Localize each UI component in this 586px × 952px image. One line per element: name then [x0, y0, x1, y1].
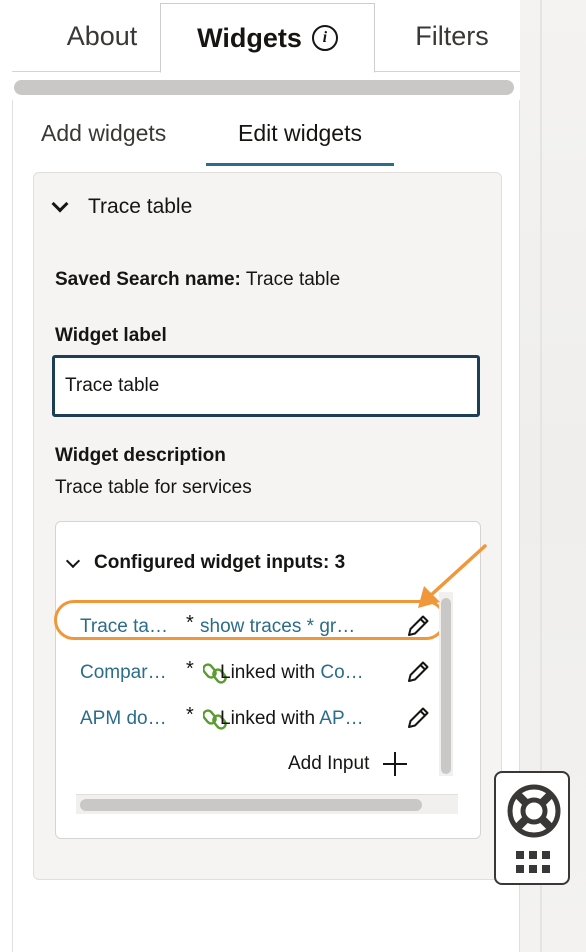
chevron-down-icon — [51, 195, 69, 213]
input-name-link[interactable]: Trace ta… — [80, 616, 182, 638]
required-marker: * — [186, 658, 194, 680]
inputs-vertical-scrollbar[interactable] — [439, 592, 453, 776]
top-tab-bar: About Widgets i Filters — [12, 0, 520, 73]
tab-about[interactable]: About — [42, 0, 162, 72]
section-title: Trace table — [88, 195, 193, 218]
grid-icon[interactable] — [516, 851, 552, 875]
add-input-label: Add Input — [288, 753, 370, 774]
tab-filters[interactable]: Filters — [397, 0, 507, 72]
input-name-link[interactable]: Compar… — [80, 662, 182, 684]
widget-description-title: Widget description — [55, 445, 226, 466]
mapping-prefix: Linked with — [220, 662, 321, 683]
configured-inputs-toggle[interactable]: Configured widget inputs: 3 — [65, 552, 346, 574]
widget-label-title: Widget label — [55, 325, 167, 346]
mapping-value-link[interactable]: Co… — [320, 662, 363, 683]
tab-add-widgets[interactable]: Add widgets — [41, 114, 166, 166]
inputs-horizontal-scrollbar[interactable] — [76, 794, 458, 814]
required-marker: * — [186, 612, 194, 634]
scrollbar-thumb[interactable] — [80, 799, 422, 811]
widget-label-input[interactable] — [52, 355, 480, 417]
widget-description-text: Trace table for services — [55, 477, 252, 498]
required-marker: * — [186, 704, 194, 726]
widget-section: Trace table Saved Search name: Trace tab… — [33, 172, 502, 880]
tab-edit-widgets[interactable]: Edit widgets — [206, 114, 394, 166]
mapping-value-link[interactable]: show traces * gr… — [200, 616, 355, 637]
widgets-content: Add widgets Edit widgets Trace table Sav… — [12, 100, 520, 952]
plus-icon — [383, 752, 408, 776]
scrollbar-thumb[interactable] — [441, 598, 451, 774]
saved-search-value: Trace table — [245, 269, 341, 290]
input-row: Trace ta… * show traces * gr… — [56, 604, 456, 648]
widgets-panel: About Widgets i Filters Add widgets Edit… — [0, 0, 520, 952]
mapping-value-link[interactable]: AP… — [319, 708, 363, 729]
input-mapping: Linked with Co… — [220, 662, 400, 684]
pencil-icon[interactable] — [404, 612, 432, 640]
top-horizontal-scrollbar[interactable] — [14, 80, 514, 95]
configured-inputs-title: Configured widget inputs: 3 — [94, 552, 346, 573]
saved-search-name: Saved Search name: Trace table — [55, 269, 340, 291]
add-input-button[interactable]: Add Input — [288, 752, 408, 776]
pencil-icon[interactable] — [404, 658, 432, 686]
input-mapping: Linked with AP… — [220, 708, 400, 730]
section-toggle[interactable]: Trace table — [51, 195, 193, 219]
chevron-down-icon — [65, 553, 81, 568]
input-name-link[interactable]: APM do… — [80, 708, 182, 730]
mapping-prefix: Linked with — [220, 708, 320, 729]
pencil-icon[interactable] — [404, 704, 432, 732]
help-widget[interactable] — [494, 771, 570, 885]
configured-inputs-panel: Configured widget inputs: 3 Trace ta… * … — [54, 521, 481, 839]
input-row: Compar… * Linked with Co… — [56, 650, 456, 694]
input-mapping: show traces * gr… — [200, 616, 376, 638]
saved-search-label: Saved Search name: — [55, 269, 241, 290]
tab-widgets[interactable]: Widgets i — [160, 3, 375, 73]
input-row: APM do… * Linked with AP… — [56, 696, 456, 740]
info-icon[interactable]: i — [311, 25, 338, 51]
tab-widgets-label: Widgets — [197, 22, 302, 53]
life-buoy-icon — [507, 784, 561, 838]
